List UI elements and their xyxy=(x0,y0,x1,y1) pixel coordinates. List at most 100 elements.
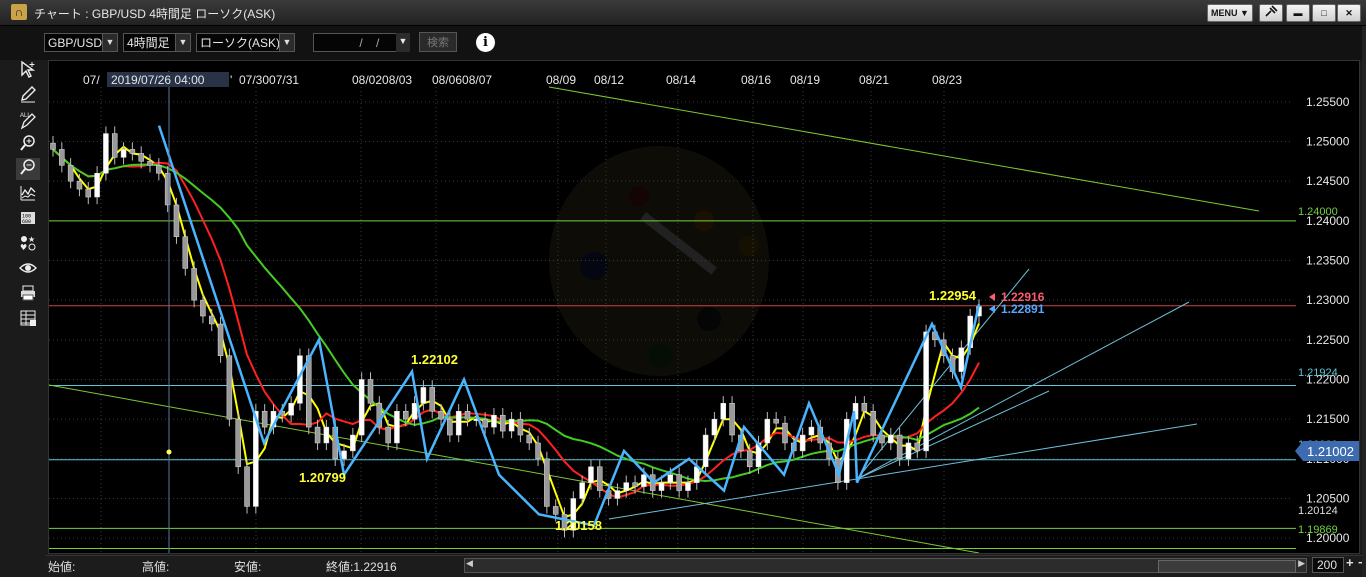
x-tick-label: 07/3007/31 xyxy=(239,73,299,87)
candle-body xyxy=(482,418,488,428)
close-button[interactable]: ✕ xyxy=(1337,4,1361,22)
price-chart[interactable]: 07/07/3007/31 08/0208/03 08/0608/07 08/09 08… xyxy=(49,61,1360,554)
minimize-button[interactable]: ▬ xyxy=(1286,4,1310,22)
y-tick-label: 1.23500 xyxy=(1306,254,1350,268)
candle-body xyxy=(94,172,100,198)
candle-body xyxy=(702,434,709,468)
y-tick-label: 1.22500 xyxy=(1306,333,1350,347)
candle-body xyxy=(306,355,312,428)
all-delete-icon[interactable]: ALL xyxy=(16,110,40,132)
scroll-right-icon[interactable]: ▶ xyxy=(1298,558,1305,569)
candle-body xyxy=(226,355,233,420)
trough-label-2: 1.20158 xyxy=(555,518,602,533)
price-board-icon[interactable]: 100 600 xyxy=(16,209,40,231)
candle-body xyxy=(500,414,506,432)
pointer-icon[interactable] xyxy=(16,60,40,82)
level-label-124: 1.24000 xyxy=(1298,206,1338,218)
chevron-down-icon: ▼ xyxy=(102,34,117,51)
svg-text:★: ★ xyxy=(28,235,35,244)
close-label: 終値:1.22916 xyxy=(326,560,397,574)
x-tick-label: 08/21 xyxy=(859,73,889,87)
candle-body xyxy=(896,434,903,460)
candle-body xyxy=(685,482,691,491)
candle-body xyxy=(367,379,374,404)
info-icon[interactable]: i xyxy=(476,33,495,52)
candle-body xyxy=(888,434,894,444)
candle-body xyxy=(808,426,815,436)
currency-pair-select[interactable]: GBP/USD ▼ xyxy=(44,33,118,52)
candle-body xyxy=(76,180,83,190)
indicator-icon[interactable] xyxy=(16,184,40,206)
candle-body xyxy=(958,347,965,372)
candle-body xyxy=(350,434,356,452)
zoom-level-input[interactable]: 200 xyxy=(1312,557,1344,573)
search-button[interactable]: 検索 xyxy=(419,32,457,52)
print-icon[interactable] xyxy=(16,284,40,306)
chart-area[interactable]: 07/07/3007/31 08/0208/03 08/0608/07 08/09 08… xyxy=(48,60,1360,554)
eye-icon[interactable] xyxy=(16,259,40,281)
candle-body xyxy=(67,165,74,182)
level-label-12192: 1.21924 xyxy=(1298,367,1338,379)
x-tick-label: 08/0208/03 xyxy=(352,73,412,87)
crosshair-date-label: 2019/07/26 04:00 xyxy=(111,73,205,87)
menu-button[interactable]: MENU ▼ xyxy=(1207,4,1253,22)
zoom-in-button[interactable]: + xyxy=(1346,555,1354,570)
candle-body xyxy=(208,315,215,325)
chart-type-select[interactable]: ローソク(ASK) ▼ xyxy=(196,33,295,52)
candle-body xyxy=(455,410,462,436)
candle-body xyxy=(764,418,771,444)
candle-body xyxy=(235,418,241,468)
x-tick-label: ' xyxy=(230,73,232,87)
peak-label-high: 1.22954 xyxy=(929,288,977,303)
candle-body xyxy=(438,410,444,420)
candle-body xyxy=(641,474,647,487)
candle-body xyxy=(464,410,471,420)
candle-body xyxy=(200,299,206,317)
candle-body xyxy=(156,165,162,174)
date-input[interactable]: / / ▼ xyxy=(313,33,410,52)
candle-body xyxy=(411,403,418,420)
candle-body xyxy=(579,482,585,499)
candle-body xyxy=(261,410,268,428)
candle-body xyxy=(632,482,638,487)
maximize-button[interactable]: □ xyxy=(1312,4,1336,22)
scrollbar-thumb[interactable] xyxy=(1158,560,1296,573)
chart-scrollbar[interactable]: ◀ ▶ xyxy=(464,558,1307,573)
candle-body xyxy=(191,268,197,301)
zoom-out-icon[interactable] xyxy=(16,158,40,180)
trough-label-1: 1.20799 xyxy=(299,470,346,485)
candle-body xyxy=(861,403,868,412)
timeframe-value: 4時間足 xyxy=(127,36,170,50)
timeframe-select[interactable]: 4時間足 ▼ xyxy=(123,33,191,52)
pin-icon xyxy=(1265,5,1278,17)
status-bar: 始値: 高値: 安値: 終値:1.22916 ◀ ▶ 200 + − xyxy=(46,555,1366,575)
pen-icon[interactable] xyxy=(16,85,40,107)
candle-body xyxy=(138,153,144,162)
pin-button[interactable] xyxy=(1259,4,1283,22)
candle-body xyxy=(147,161,153,166)
symbols-icon[interactable]: ★ ♥ xyxy=(16,234,40,256)
candle-body xyxy=(85,188,92,198)
window-border xyxy=(1362,26,1366,577)
zoom-in-icon[interactable] xyxy=(16,134,40,156)
candle-body xyxy=(614,490,621,499)
settings-grid-icon[interactable] xyxy=(16,309,40,331)
candle-body xyxy=(552,506,559,515)
candle-body xyxy=(623,482,629,491)
candle-body xyxy=(658,482,665,491)
calendar-dropdown-icon[interactable]: ▼ xyxy=(396,33,410,52)
high-label: 高値: xyxy=(142,560,170,574)
candle-body xyxy=(394,410,400,444)
scroll-left-icon[interactable]: ◀ xyxy=(466,558,473,569)
candle-body xyxy=(870,410,876,436)
level-label-11987: 1.19869 xyxy=(1298,524,1338,536)
level-label-12012: 1.20124 xyxy=(1298,505,1338,517)
candle-body xyxy=(314,426,321,444)
candle-body xyxy=(720,403,726,420)
candle-body xyxy=(667,474,674,483)
candle-body xyxy=(358,379,365,436)
crosshair-marker xyxy=(166,449,172,455)
candle-body xyxy=(182,236,189,269)
candle-body xyxy=(173,204,180,237)
chevron-down-icon: ▼ xyxy=(175,34,190,51)
